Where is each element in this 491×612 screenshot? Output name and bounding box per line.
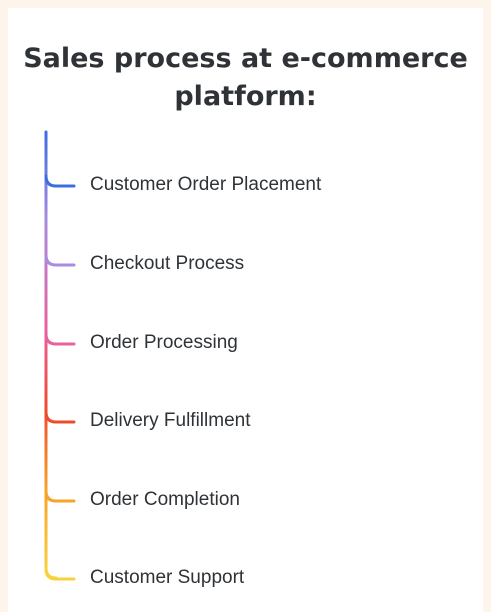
step-label-2: Checkout Process xyxy=(90,253,245,274)
step-label-1: Customer Order Placement xyxy=(90,174,322,195)
step-label-6: Customer Support xyxy=(90,567,245,588)
step-label-5: Order Completion xyxy=(90,489,240,510)
diagram-title: Sales process at e-commerce platform: xyxy=(23,43,468,112)
step-label-4: Delivery Fulfillment xyxy=(90,410,251,431)
diagram-card: Sales process at e-commerce platform: xyxy=(8,8,483,612)
step-label-3: Order Processing xyxy=(90,332,238,353)
